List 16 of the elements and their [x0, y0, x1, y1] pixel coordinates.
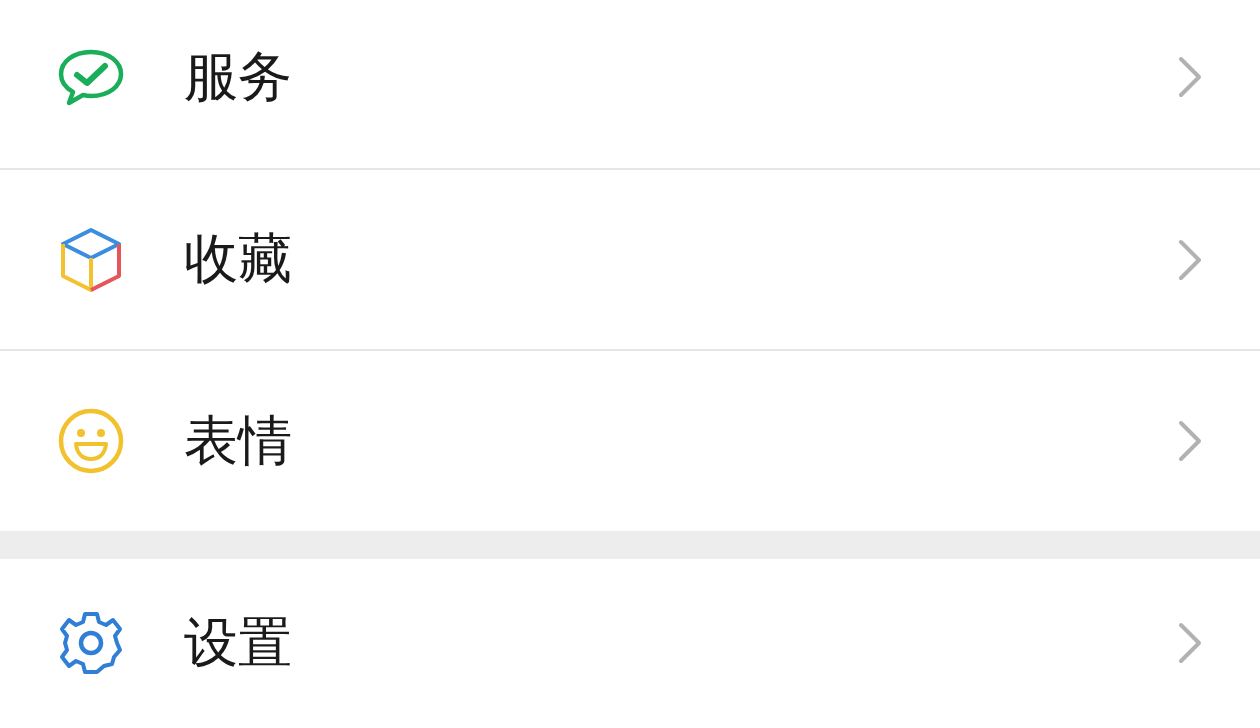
menu-item[interactable]: 设置 — [0, 559, 1260, 727]
menu-item[interactable]: 表情 — [0, 351, 1260, 531]
cube-icon — [59, 225, 123, 294]
chevron-right-icon — [1178, 622, 1202, 664]
menu-label: 表情 — [184, 407, 293, 474]
menu-label: 服务 — [184, 43, 293, 110]
chevron-right-icon — [1178, 238, 1202, 281]
chevron-right-icon — [1178, 420, 1202, 462]
menu-label: 收藏 — [184, 226, 293, 292]
smiley-icon — [58, 408, 124, 474]
menu-item[interactable]: 服务 — [0, 0, 1260, 170]
menu-item[interactable]: 收藏 — [0, 170, 1260, 351]
chat-check-icon — [57, 48, 125, 106]
settings-icon — [57, 609, 125, 677]
menu-label: 设置 — [184, 609, 293, 676]
chevron-right-icon — [1178, 56, 1202, 98]
